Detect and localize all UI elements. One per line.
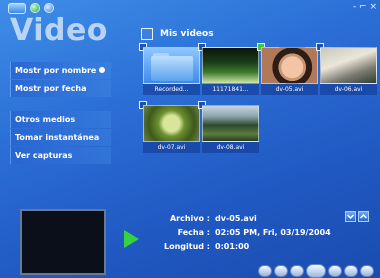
replay-button[interactable] [290,265,304,277]
scroll-down-button[interactable] [345,211,356,222]
file-label: Archivo : [169,214,210,223]
menu-item-label: Tomar instantánea [15,133,100,142]
video-tile-dv-08[interactable]: dv-08.avi [198,101,259,155]
menu-item-view-captures[interactable]: Ver capturas [10,147,111,164]
library-header: Mis videos [160,29,214,39]
folder-icon-body [151,56,193,81]
menu-item-other-media[interactable]: Otros medios [10,111,111,128]
media-center-logo[interactable] [8,2,26,14]
tile-caption: Recorded... [143,84,200,95]
video-thumbnail [202,47,259,84]
scroll-up-button[interactable] [358,211,369,222]
video-tile-dv-07[interactable]: dv-07.avi [139,101,200,155]
menu-item-sort-by-name[interactable]: Mostr por nombre [10,62,111,79]
skip-button[interactable] [328,265,342,277]
tile-caption: dv-06.avi [320,84,377,95]
video-thumbnail [320,47,377,84]
transport-controls [258,264,380,278]
video-thumbnail [143,105,200,142]
video-thumbnail [202,105,259,142]
stop-button[interactable] [274,265,288,277]
start-icon[interactable] [30,3,40,13]
menu-item-sort-by-date[interactable]: Mostr por fecha [10,80,111,97]
menu-item-label: Mostr por nombre [15,66,97,75]
fast-forward-button[interactable] [360,265,374,277]
chevron-up-icon [359,213,368,219]
select-all-checkbox[interactable] [141,28,153,40]
menu-item-label: Mostr por fecha [15,84,87,93]
actions-menu: Otros medios Tomar instantánea Ver captu… [10,111,111,165]
info-icon[interactable] [44,3,54,13]
chevron-down-icon [346,214,355,220]
tile-caption: dv-07.avi [143,142,200,153]
video-tile-11171841[interactable]: 11171841... [198,43,259,97]
video-tile-recorded[interactable]: Recorded... [139,43,200,97]
menu-item-label: Ver capturas [15,151,73,160]
date-value: 02:05 PM, Fri, 03/19/2004 [215,228,331,237]
tile-caption: dv-08.avi [202,142,259,153]
date-label: Fecha : [177,228,210,237]
menu-item-label: Otros medios [15,115,76,124]
record-button[interactable] [258,265,272,277]
rewind-button[interactable] [344,265,358,277]
length-label: Longitud : [164,242,210,251]
sort-menu: Mostr por nombre Mostr por fecha [10,62,111,98]
tile-caption: dv-05.avi [261,84,318,95]
folder-thumbnail [143,47,200,84]
selected-radio-icon [99,67,105,73]
play-pause-button[interactable] [306,264,326,278]
length-value: 0:01:00 [215,242,250,251]
video-preview[interactable] [20,209,106,275]
menu-item-take-snapshot[interactable]: Tomar instantánea [10,129,111,146]
video-tile-dv-06[interactable]: dv-06.avi [316,43,377,97]
video-tile-dv-05[interactable]: dv-05.avi [257,43,318,97]
file-value: dv-05.avi [215,214,257,223]
tile-caption: 11171841... [202,84,259,95]
video-thumbnail [261,47,318,84]
page-title: Video [10,13,108,48]
window-controls[interactable]: - ⌐ × [353,2,377,12]
